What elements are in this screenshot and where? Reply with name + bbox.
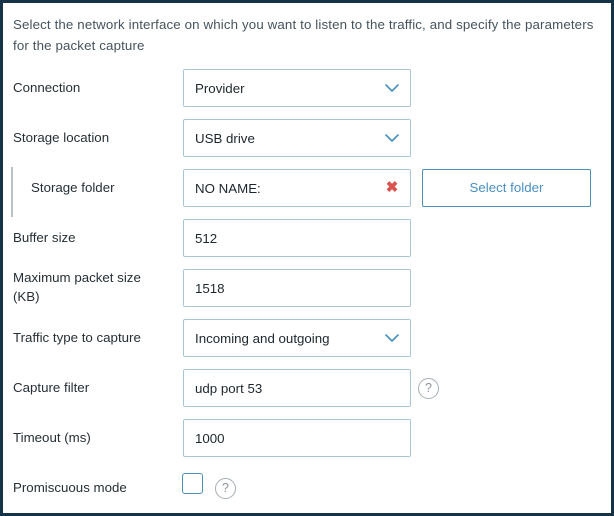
form-row-traffic-type: Traffic type to capture Incoming and out… (3, 313, 611, 363)
chevron-down-icon (385, 333, 399, 343)
storage-folder-input-value: NO NAME: (195, 181, 261, 196)
label-traffic-type: Traffic type to capture (13, 330, 141, 345)
form-row-connection: Connection Provider (3, 63, 611, 113)
maximum-packet-size-input[interactable]: 1518 (183, 269, 411, 307)
connection-select-value: Provider (195, 81, 245, 96)
capture-filter-input-value: udp port 53 (195, 381, 263, 396)
buffer-size-input-value: 512 (195, 231, 218, 246)
panel-intro-text: Select the network interface on which yo… (13, 17, 594, 53)
form-row-buffer-size: Buffer size 512 (3, 213, 611, 263)
form-row-capture-filter: Capture filter udp port 53 ? (3, 363, 611, 413)
traffic-type-select[interactable]: Incoming and outgoing (183, 319, 411, 357)
form-row-timeout: Timeout (ms) 1000 (3, 413, 611, 463)
label-buffer-size: Buffer size (13, 230, 76, 245)
storage-location-select-value: USB drive (195, 131, 255, 146)
label-storage-folder: Storage folder (31, 180, 115, 195)
label-timeout: Timeout (ms) (13, 430, 91, 445)
label-promiscuous-mode: Promiscuous mode (13, 480, 127, 495)
label-maximum-packet-size: Maximum packet size (KB) (13, 268, 183, 306)
traffic-type-select-value: Incoming and outgoing (195, 331, 330, 346)
form-row-storage-folder: Storage folder NO NAME: ✖ Select folder (3, 163, 611, 217)
form-row-maximum-packet-size: Maximum packet size (KB) 1518 (3, 263, 611, 313)
maximum-packet-size-input-value: 1518 (195, 281, 225, 296)
help-icon[interactable]: ? (418, 378, 439, 399)
timeout-input[interactable]: 1000 (183, 419, 411, 457)
storage-folder-input[interactable]: NO NAME: ✖ (183, 169, 411, 207)
connection-select[interactable]: Provider (183, 69, 411, 107)
label-maximum-packet-size-line2: (KB) (13, 289, 40, 304)
capture-filter-input[interactable]: udp port 53 (183, 369, 411, 407)
label-maximum-packet-size-line1: Maximum packet size (13, 270, 141, 285)
promiscuous-mode-checkbox[interactable] (182, 473, 203, 494)
form-row-promiscuous-mode: Promiscuous mode ? (3, 463, 611, 513)
help-icon[interactable]: ? (215, 478, 236, 499)
storage-location-select[interactable]: USB drive (183, 119, 411, 157)
sub-setting-indent-marker (11, 167, 13, 217)
chevron-down-icon (385, 83, 399, 93)
label-capture-filter: Capture filter (13, 380, 90, 395)
clear-icon[interactable]: ✖ (384, 180, 400, 196)
form-row-storage-location: Storage location USB drive (3, 113, 611, 163)
buffer-size-input[interactable]: 512 (183, 219, 411, 257)
label-connection: Connection (13, 80, 81, 95)
label-storage-location: Storage location (13, 130, 110, 145)
chevron-down-icon (385, 133, 399, 143)
packet-capture-settings-panel: Select the network interface on which yo… (0, 0, 614, 516)
select-folder-button[interactable]: Select folder (422, 169, 591, 207)
timeout-input-value: 1000 (195, 431, 225, 446)
